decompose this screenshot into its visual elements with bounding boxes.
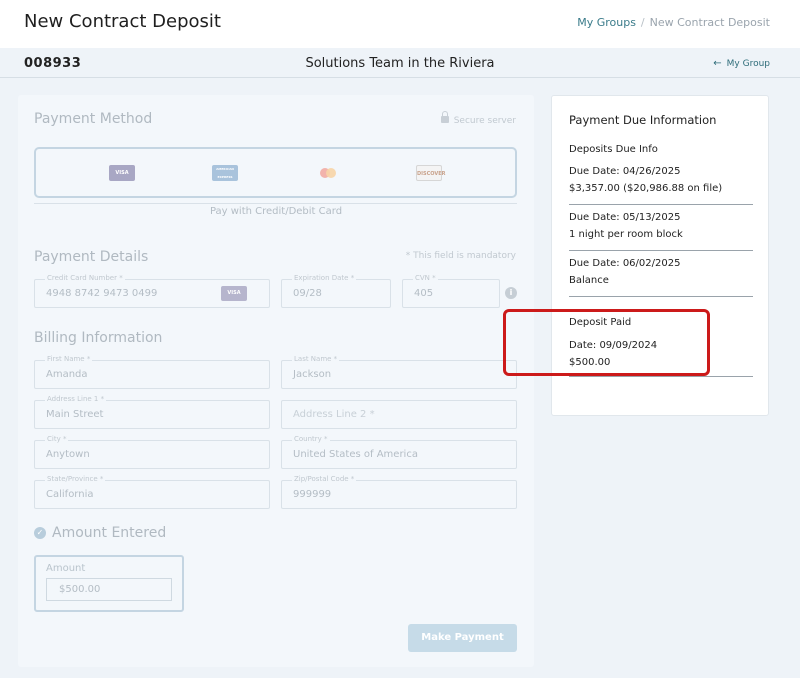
lock-icon — [440, 111, 449, 123]
country-value: United States of America — [293, 449, 418, 460]
payment-details-title: Payment Details — [34, 249, 149, 265]
discover-logo-icon: DISCOVER — [416, 165, 446, 181]
deposits-due-subtitle: Deposits Due Info — [569, 144, 658, 155]
zip-code-field[interactable]: Zip/Postal Code * 999999 — [281, 475, 517, 509]
expiration-value: 09/28 — [293, 288, 322, 299]
amount-box: Amount $500.00 — [34, 555, 184, 612]
address-line-2-field[interactable]: Address Line 2 * — [281, 400, 517, 429]
due-date: Due Date: 04/26/2025 — [569, 166, 681, 177]
top-bar: New Contract Deposit My Groups / New Contr… — [0, 0, 800, 48]
cvn-label: CVN * — [413, 274, 438, 282]
breadcrumb-separator: / — [640, 16, 645, 29]
divider — [34, 203, 517, 204]
breadcrumb-current: New Contract Deposit — [649, 16, 770, 29]
secure-server-label: Secure server — [453, 116, 516, 126]
payment-panel: Payment Method Secure server VISA AMERIC… — [18, 95, 534, 667]
payment-method-title: Payment Method — [34, 111, 153, 127]
last-name-field[interactable]: Last Name * Jackson — [281, 355, 517, 389]
address-line-1-label: Address Line 1 * — [45, 395, 107, 403]
secure-server-note: Secure server — [440, 111, 516, 126]
due-detail: 1 night per room block — [569, 229, 683, 240]
first-name-value: Amanda — [46, 369, 88, 380]
cvn-field[interactable]: CVN * 405 — [402, 274, 500, 308]
credit-card-option[interactable]: VISA AMERICAN EXPRESS DISCOVER — [34, 147, 517, 198]
mastercard-logo-icon — [315, 165, 341, 181]
visa-logo-icon: VISA — [109, 165, 135, 181]
last-name-value: Jackson — [293, 369, 332, 380]
expiration-date-field[interactable]: Expiration Date * 09/28 — [281, 274, 391, 308]
visa-icon: VISA — [221, 286, 247, 301]
check-circle-icon: ✓ — [34, 527, 46, 539]
first-name-label: First Name * — [45, 355, 93, 363]
state-province-label: State/Province * — [45, 475, 106, 483]
country-label: Country * — [292, 435, 330, 443]
payment-due-title: Payment Due Information — [569, 113, 717, 127]
country-field[interactable]: Country * United States of America — [281, 435, 517, 469]
billing-information-title: Billing Information — [34, 330, 163, 346]
mandatory-note: * This field is mandatory — [405, 251, 516, 261]
due-item: Due Date: 05/13/2025 1 night per room bl… — [569, 209, 753, 251]
address-line-1-value: Main Street — [46, 409, 104, 420]
city-label: City * — [45, 435, 69, 443]
amount-input[interactable]: $500.00 — [46, 578, 172, 601]
my-group-label: My Group — [726, 59, 770, 69]
zip-code-value: 999999 — [293, 489, 332, 500]
group-name: Solutions Team in the Riviera — [305, 56, 495, 71]
address-line-1-field[interactable]: Address Line 1 * Main Street — [34, 395, 270, 429]
highlight-box — [503, 309, 710, 376]
amex-logo-icon: AMERICAN EXPRESS — [212, 165, 238, 181]
due-date: Due Date: 05/13/2025 — [569, 212, 681, 223]
arrow-left-icon: ← — [713, 58, 722, 69]
card-number-value: 4948 8742 9473 0499 — [46, 288, 158, 299]
breadcrumb-my-groups-link[interactable]: My Groups — [577, 16, 636, 29]
info-icon[interactable]: i — [505, 287, 517, 299]
state-province-value: California — [46, 489, 94, 500]
due-item: Due Date: 06/02/2025 Balance — [569, 255, 753, 297]
pay-with-card-label: Pay with Credit/Debit Card — [209, 206, 343, 217]
expiration-label: Expiration Date * — [292, 274, 357, 282]
last-name-label: Last Name * — [292, 355, 340, 363]
card-number-label: Credit Card Number * — [45, 274, 125, 282]
due-date: Due Date: 06/02/2025 — [569, 258, 681, 269]
due-detail: $3,357.00 ($20,986.88 on file) — [569, 183, 723, 194]
due-item: Due Date: 04/26/2025 $3,357.00 ($20,986.… — [569, 163, 753, 205]
city-value: Anytown — [46, 449, 90, 460]
page-title: New Contract Deposit — [24, 11, 221, 32]
breadcrumb: My Groups / New Contract Deposit — [577, 16, 770, 29]
state-province-field[interactable]: State/Province * California — [34, 475, 270, 509]
card-number-field[interactable]: Credit Card Number * 4948 8742 9473 0499… — [34, 274, 270, 308]
make-payment-button[interactable]: Make Payment — [408, 624, 517, 652]
city-field[interactable]: City * Anytown — [34, 435, 270, 469]
amount-label: Amount — [46, 563, 86, 574]
contract-subheader: 008933 Solutions Team in the Riviera ← My… — [0, 48, 800, 78]
amount-entered-title: Amount Entered — [52, 525, 167, 541]
zip-code-label: Zip/Postal Code * — [292, 475, 357, 483]
due-detail: Balance — [569, 275, 609, 286]
amount-value: $500.00 — [59, 584, 101, 595]
cvn-value: 405 — [414, 288, 434, 299]
first-name-field[interactable]: First Name * Amanda — [34, 355, 270, 389]
address-line-2-placeholder: Address Line 2 * — [293, 409, 375, 420]
my-group-back-link[interactable]: ← My Group — [713, 58, 770, 69]
